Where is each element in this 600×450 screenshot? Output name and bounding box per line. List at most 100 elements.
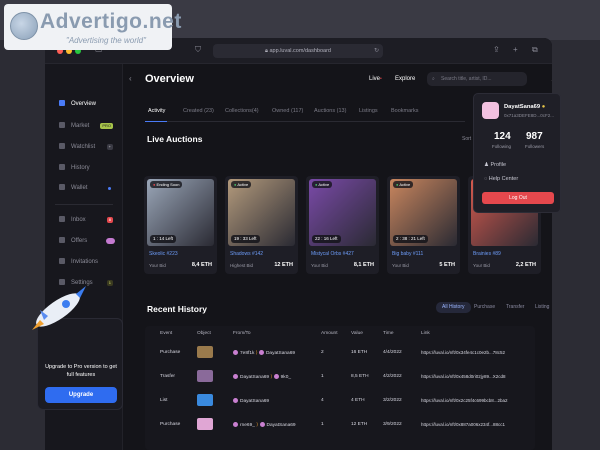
event-cell: Purchase: [160, 422, 181, 427]
status-text: Ending Soon: [156, 182, 180, 187]
nav-explore[interactable]: Explore: [395, 76, 415, 82]
filter-transfer[interactable]: Transfer: [506, 302, 524, 313]
address-bar[interactable]: 🔒︎ app.luval.com/dashboard: [213, 44, 383, 58]
object-thumbnail[interactable]: [197, 394, 213, 406]
from-user: rne69_: [240, 423, 255, 428]
reload-icon[interactable]: ↻: [374, 47, 379, 54]
nft-name[interactable]: Big baby #111: [392, 251, 423, 257]
tab-listings[interactable]: Listings: [359, 108, 378, 114]
from-user: DayatSana69: [240, 375, 270, 380]
sidebar-item-invitations[interactable]: Invitations: [59, 256, 121, 268]
auction-card[interactable]: ● Active 22 : 16 Left Mistycal Orbs #427 Yo…: [306, 176, 379, 274]
link-cell[interactable]: https://luval.io/nft/0x887a006x234f...88…: [421, 422, 505, 427]
sidebar-item-watchlist[interactable]: Watchlist +: [59, 141, 121, 153]
watermark-tagline: "Advertising the world": [66, 36, 146, 45]
table-row[interactable]: Purchase 7e8f1k ⟩ DayatSana69 2 16 ETH 4/4/2…: [145, 344, 535, 364]
time-cell: 4/2/2022: [383, 374, 402, 379]
col-link: Link: [421, 331, 430, 336]
auction-card[interactable]: ● Active 2 : 38 : 21 Left Big baby #111 You…: [387, 176, 460, 274]
nft-name[interactable]: Brainies #89: [473, 251, 501, 257]
col-from-to: From/To: [233, 331, 251, 336]
auction-card[interactable]: ● Ending Soon 1 : 14 Left Skeolic #223 Your…: [144, 176, 217, 274]
sidebar-item-overview[interactable]: Overview: [59, 98, 121, 110]
object-thumbnail[interactable]: [197, 346, 213, 358]
following-label: Following: [492, 144, 512, 149]
amount-cell: 1: [321, 374, 324, 379]
globe-icon: [10, 12, 38, 40]
filter-all-history[interactable]: All History: [436, 302, 471, 313]
nft-name[interactable]: Mistycal Orbs #427: [311, 251, 354, 257]
table-row[interactable]: Trasfer DayatSana69 ⟩ 9k0_ 1 8,5 ETH 4/2/202…: [145, 368, 535, 388]
nav-live[interactable]: Live•: [369, 76, 382, 82]
bid-label: Your Bid: [473, 263, 490, 268]
from-to-cell: DayatSana69 ⟩ 9k0_: [233, 374, 291, 380]
table-row[interactable]: Purchase rne69_ ⟩ DayatSana69 1 12 ETH 3/9/2…: [145, 416, 535, 436]
nft-name[interactable]: Shadows #142: [230, 251, 263, 257]
sidebar-item-label: Market: [71, 123, 90, 129]
value-cell: 4 ETH: [351, 398, 365, 403]
add-badge: +: [106, 144, 113, 150]
time-cell: 3/2/2022: [383, 398, 402, 403]
bid-amount: 5 ETH: [439, 262, 455, 268]
collapse-chevron-icon[interactable]: ‹: [129, 74, 132, 83]
menu-help-center[interactable]: ◌ Help Center: [484, 176, 518, 182]
amount-cell: 4: [321, 398, 324, 403]
link-cell[interactable]: https://luval.io/nft/0x458d0ri02jy89...X…: [421, 374, 506, 379]
watermark-brand: Advertigo.net: [40, 10, 182, 33]
logout-button[interactable]: Log Out: [482, 192, 554, 204]
user-avatar: [259, 422, 265, 427]
share-icon[interactable]: ⇪: [493, 45, 500, 54]
upgrade-button[interactable]: Upgrade: [45, 387, 117, 403]
tab-activity[interactable]: Activity: [148, 108, 165, 114]
tab-collections[interactable]: Collections(4): [225, 108, 259, 114]
col-amount: Amount: [321, 331, 338, 336]
notification-dot: [108, 187, 111, 190]
bid-amount: 8,1 ETH: [353, 262, 374, 268]
link-cell[interactable]: https://luval.io/nft/0x2c25f4c699bcb8...…: [421, 398, 508, 403]
new-tab-icon[interactable]: +: [513, 45, 518, 54]
tab-bookmarks[interactable]: Bookmarks: [391, 108, 419, 114]
sidebar-item-wallet[interactable]: Wallet: [59, 182, 121, 194]
from-to-cell: 7e8f1k ⟩ DayatSana69: [233, 350, 295, 356]
filter-listing[interactable]: Listing: [535, 302, 549, 313]
sidebar-item-market[interactable]: Market PRO: [59, 120, 121, 132]
page-title: Overview: [145, 73, 194, 85]
tabs-icon[interactable]: ⧉: [532, 45, 538, 55]
user-avatar: [233, 422, 238, 427]
sidebar-item-history[interactable]: History: [59, 162, 121, 174]
menu-profile[interactable]: ♟︎ Profile: [484, 162, 506, 168]
tab-owned[interactable]: Owned (117): [272, 108, 303, 114]
object-thumbnail[interactable]: [197, 418, 213, 430]
table-row[interactable]: List DayatSana69 4 4 ETH 3/2/2022 https://luv…: [145, 392, 535, 412]
sidebar-item-offers[interactable]: Offers: [59, 235, 121, 247]
upgrade-text: Upgrade to Pro version to get full featu…: [45, 364, 117, 378]
timer-badge: 19 : 33 Left: [231, 235, 260, 243]
bid-label: Your Bid: [311, 263, 328, 268]
object-thumbnail[interactable]: [197, 370, 213, 382]
nft-name[interactable]: Skeolic #223: [149, 251, 178, 257]
invitation-icon: [59, 258, 65, 264]
sidebar-item-label: Invitations: [71, 259, 99, 265]
status-text: Active: [318, 182, 330, 187]
sidebar-item-label: History: [71, 165, 90, 171]
search-icon: ⌕: [432, 76, 435, 82]
to-user: DayatSana69: [266, 423, 296, 428]
from-user: 7e8f1k: [240, 351, 255, 356]
link-cell[interactable]: https://luval.io/nft/0x34fe4c1c0e2b...78…: [421, 350, 505, 355]
to-user: DayatSana69: [265, 351, 296, 356]
filter-purchase[interactable]: Purchase: [474, 302, 495, 313]
shield-icon[interactable]: ⛉: [195, 45, 201, 55]
status-badge: ● Active: [393, 181, 414, 188]
search-input[interactable]: ⌕ Search title, artist, ID...: [427, 72, 527, 86]
status-badge: ● Active: [231, 181, 252, 188]
auction-card[interactable]: ● Active 19 : 33 Left Shadows #142 Highest …: [225, 176, 298, 274]
wallet-icon: [59, 184, 65, 190]
tab-auctions[interactable]: Auctions (13): [314, 108, 346, 114]
offers-avatars: [106, 238, 115, 244]
tab-created[interactable]: Created (23): [183, 108, 214, 114]
watchlist-icon: [59, 143, 65, 149]
bell-icon[interactable]: ♪: [551, 74, 552, 83]
sidebar-item-inbox[interactable]: Inbox 8: [59, 214, 121, 226]
profile-tabs: Activity Created (23) Collections(4) Own…: [145, 106, 465, 122]
watermark-logo: Advertigo.net "Advertising the world": [4, 4, 181, 50]
